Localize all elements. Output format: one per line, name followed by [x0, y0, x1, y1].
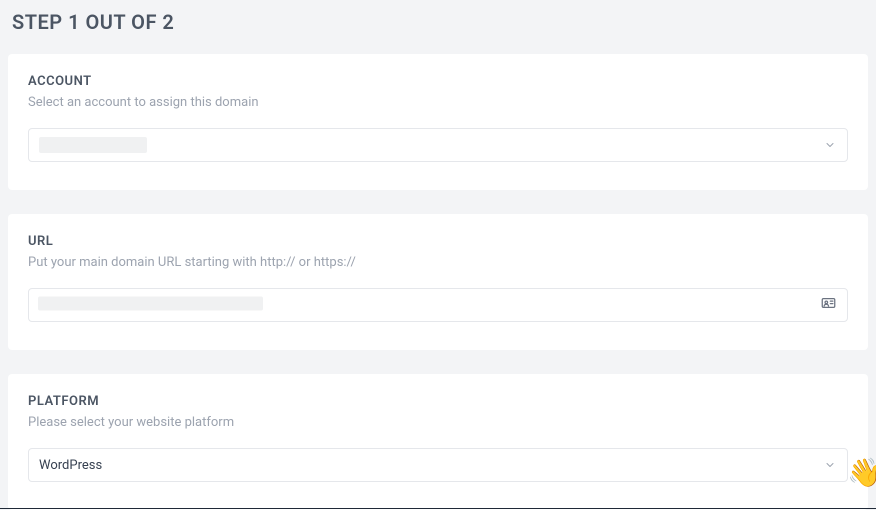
account-description: Select an account to assign this domain: [28, 95, 848, 110]
account-selected-value: [39, 137, 147, 153]
step-title: STEP 1 OUT OF 2: [8, 10, 868, 34]
url-label: URL: [28, 234, 848, 249]
platform-select[interactable]: WordPress: [28, 448, 848, 482]
url-description: Put your main domain URL starting with h…: [28, 255, 848, 270]
platform-card: PLATFORM Please select your website plat…: [8, 374, 868, 510]
platform-label: PLATFORM: [28, 394, 848, 409]
account-card: ACCOUNT Select an account to assign this…: [8, 54, 868, 190]
url-card: URL Put your main domain URL starting wi…: [8, 214, 868, 350]
account-label: ACCOUNT: [28, 74, 848, 89]
account-select[interactable]: [28, 128, 848, 162]
url-input[interactable]: [28, 288, 848, 322]
platform-description: Please select your website platform: [28, 415, 848, 430]
contact-card-icon: [821, 296, 836, 315]
platform-selected-value: WordPress: [39, 458, 102, 473]
help-wave-icon[interactable]: 👋: [847, 456, 876, 489]
